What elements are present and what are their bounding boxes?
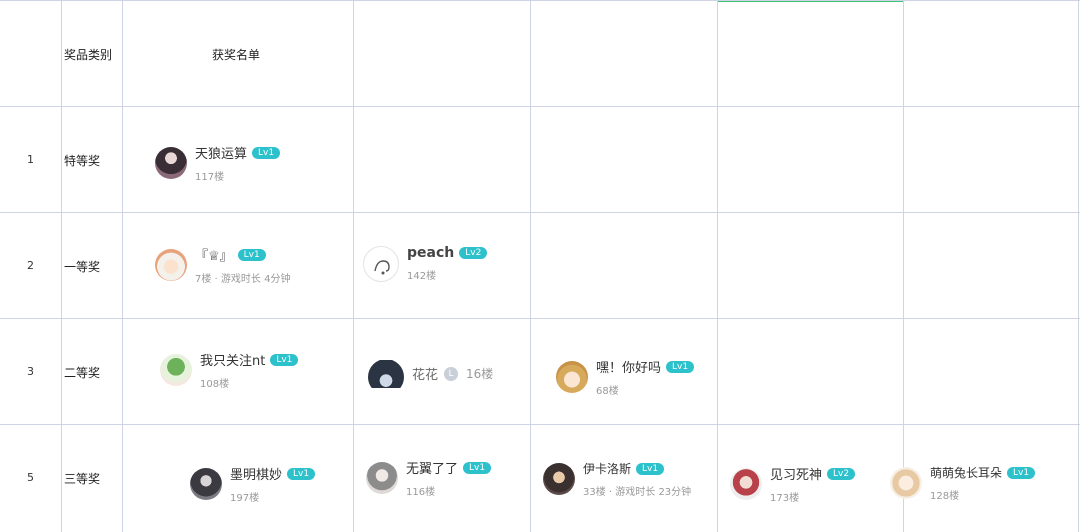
winner-name[interactable]: 无翼了了 xyxy=(406,458,458,477)
level-badge: Lv1 xyxy=(270,353,299,366)
row-divider xyxy=(0,212,1080,213)
column-divider xyxy=(353,0,354,532)
floor-info: 7楼 · 游戏时长 4分钟 xyxy=(195,274,291,285)
row-divider xyxy=(0,106,1080,107)
prize-category[interactable]: 二等奖 xyxy=(64,364,100,381)
column-divider xyxy=(530,0,531,532)
floor-info: 108楼 xyxy=(200,379,230,390)
winner-card[interactable]: 我只关注nt Lv1 108楼 xyxy=(160,350,299,390)
level-badge: Lv1 xyxy=(237,248,266,261)
winner-name[interactable]: 萌萌兔长耳朵 xyxy=(930,464,1002,481)
column-divider xyxy=(717,0,718,532)
avatar[interactable] xyxy=(160,354,192,386)
prize-category[interactable]: 特等奖 xyxy=(64,152,100,169)
floor-info: 197楼 xyxy=(230,493,260,504)
row-divider xyxy=(0,424,1080,425)
row-divider xyxy=(0,0,1080,1)
row-divider xyxy=(0,318,1080,319)
level-badge: Lv1 xyxy=(1007,466,1036,479)
winner-name[interactable]: 花花 xyxy=(412,364,438,383)
row-number[interactable]: 1 xyxy=(27,153,34,166)
column-divider xyxy=(1078,0,1079,532)
avatar[interactable] xyxy=(155,249,187,281)
avatar[interactable] xyxy=(363,245,399,282)
avatar[interactable] xyxy=(366,462,398,494)
winner-name[interactable]: peach xyxy=(407,245,454,261)
level-badge: Lv2 xyxy=(459,247,488,259)
winner-card[interactable]: peach Lv2 142楼 xyxy=(363,245,488,282)
level-badge: Lv1 xyxy=(636,462,665,475)
floor-info: 117楼 xyxy=(195,172,225,183)
floor-info: 68楼 xyxy=(596,386,619,397)
level-badge: Lv2 xyxy=(827,467,856,480)
avatar[interactable] xyxy=(890,467,922,499)
row-number[interactable]: 5 xyxy=(27,471,34,484)
winner-card[interactable]: 萌萌兔长耳朵 Lv1 128楼 xyxy=(890,464,1036,502)
header-winners[interactable]: 获奖名单 xyxy=(212,46,260,63)
column-divider xyxy=(61,0,62,532)
avatar[interactable] xyxy=(155,147,187,179)
floor-info: 116楼 xyxy=(406,487,436,498)
winner-card[interactable]: 伊卡洛斯 Lv1 33楼 · 游戏时长 23分钟 xyxy=(543,460,691,498)
avatar[interactable] xyxy=(368,360,404,388)
level-badge: Lv1 xyxy=(666,360,695,373)
avatar[interactable] xyxy=(556,361,588,393)
column-divider xyxy=(122,0,123,532)
avatar[interactable] xyxy=(543,463,575,495)
winner-name[interactable]: 天狼运算 xyxy=(195,143,247,162)
floor-info: 33楼 · 游戏时长 23分钟 xyxy=(583,487,692,498)
prize-category[interactable]: 三等奖 xyxy=(64,470,100,487)
winner-name[interactable]: 嘿！你好吗 xyxy=(596,357,661,376)
row-number[interactable]: 3 xyxy=(27,365,34,378)
level-badge: Lv1 xyxy=(252,146,281,159)
row-number[interactable]: 2 xyxy=(27,259,34,272)
winner-card[interactable]: 花花 L 16楼 xyxy=(368,360,493,388)
level-badge: Lv1 xyxy=(287,467,316,480)
winner-card[interactable]: 『♕』 Lv1 7楼 · 游戏时长 4分钟 xyxy=(155,245,290,285)
level-badge: Lv1 xyxy=(463,461,492,474)
user-badge: L xyxy=(444,366,459,381)
winner-card[interactable]: 见习死神 Lv2 173楼 xyxy=(730,464,856,504)
winner-name[interactable]: 墨明棋妙 xyxy=(230,464,282,483)
floor-info: 142楼 xyxy=(407,271,437,282)
floor-info: 173楼 xyxy=(770,493,800,504)
avatar[interactable] xyxy=(730,468,762,500)
winner-name[interactable]: 见习死神 xyxy=(770,464,822,483)
header-category[interactable]: 奖品类别 xyxy=(64,46,112,63)
winner-name[interactable]: 我只关注nt xyxy=(200,350,265,369)
column-divider xyxy=(903,0,904,532)
prize-category[interactable]: 一等奖 xyxy=(64,258,100,275)
winner-card[interactable]: 嘿！你好吗 Lv1 68楼 xyxy=(556,357,695,397)
winner-card[interactable]: 天狼运算 Lv1 117楼 xyxy=(155,143,281,183)
winner-name[interactable]: 『♕』 xyxy=(195,245,233,264)
winner-card[interactable]: 墨明棋妙 Lv1 197楼 xyxy=(190,464,316,504)
floor-info: 128楼 xyxy=(930,491,960,502)
winner-name[interactable]: 伊卡洛斯 xyxy=(583,460,631,477)
winner-card[interactable]: 无翼了了 Lv1 116楼 xyxy=(366,458,492,498)
avatar[interactable] xyxy=(190,468,222,500)
floor-info: 16楼 xyxy=(466,367,494,381)
